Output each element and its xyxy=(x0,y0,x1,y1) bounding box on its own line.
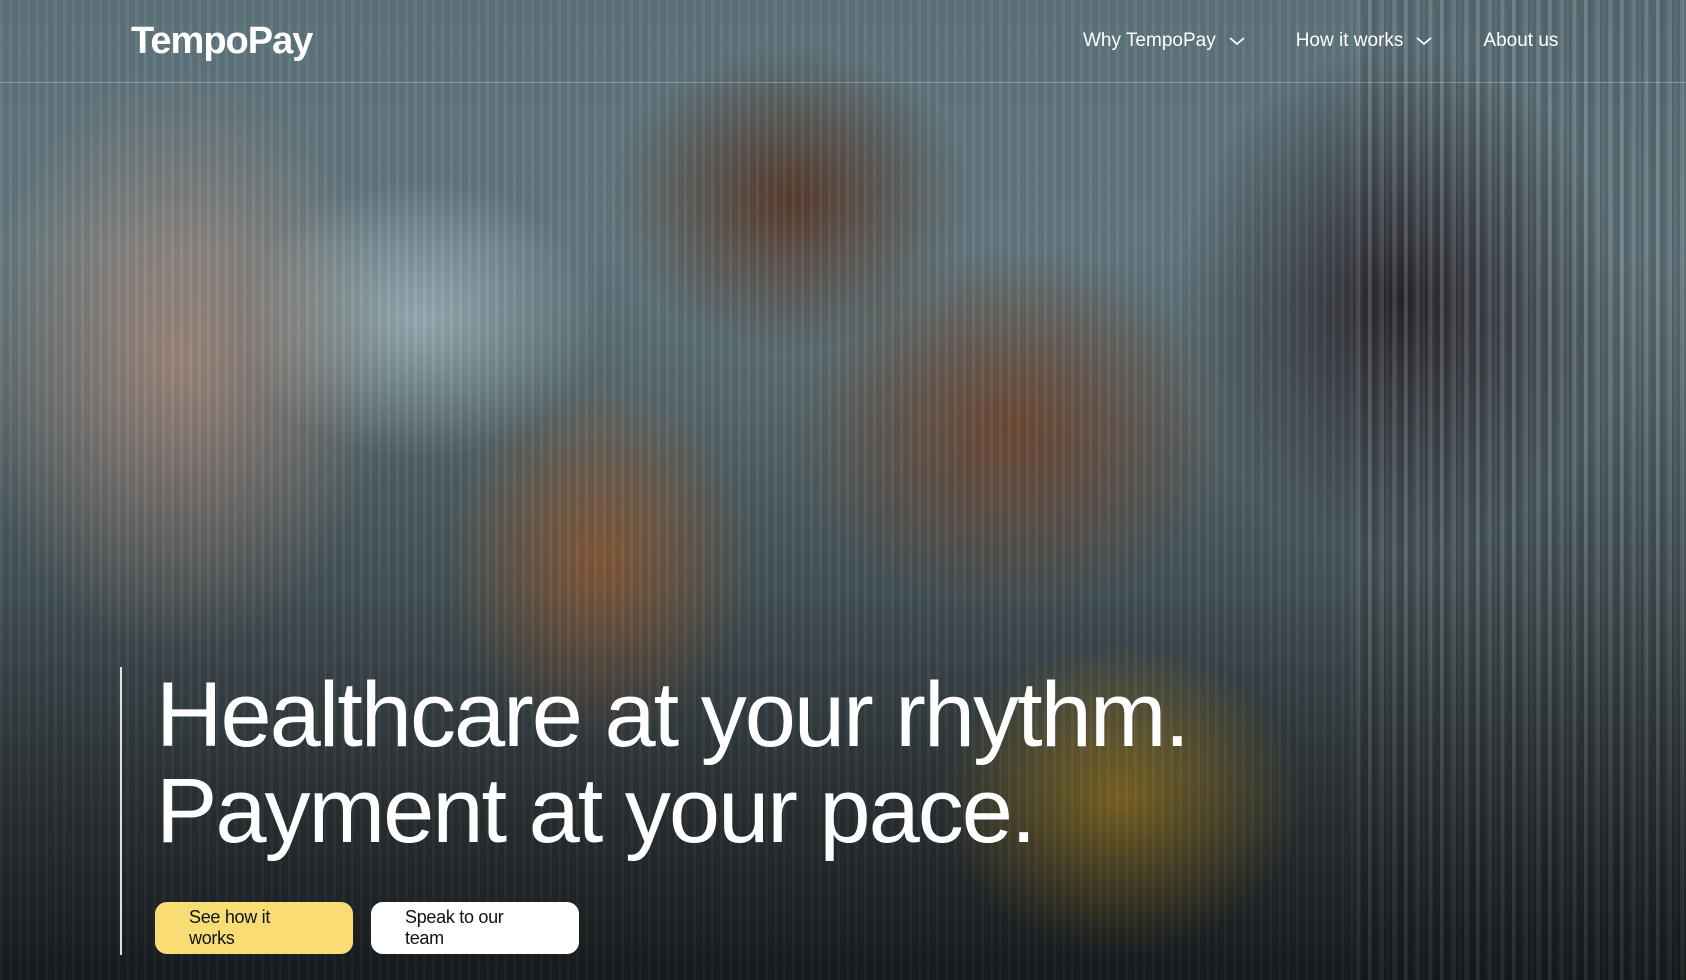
nav-item-label: About us xyxy=(1483,30,1559,51)
nav-item-label: Why TempoPay xyxy=(1083,30,1216,51)
tempopay-logo[interactable]: TempoPay xyxy=(131,20,313,63)
top-navbar: TempoPay Why TempoPay How it works About… xyxy=(0,0,1686,83)
hero-headline-line-1: Healthcare at your rhythm. xyxy=(156,664,1190,766)
nav-item-why-tempopay[interactable]: Why TempoPay xyxy=(1083,30,1246,52)
chevron-down-icon xyxy=(1229,37,1245,46)
nav-item-about-us[interactable]: About us xyxy=(1483,30,1558,52)
see-how-it-works-button[interactable]: See how it works xyxy=(155,902,353,954)
nav-item-how-it-works[interactable]: How it works xyxy=(1296,30,1434,52)
hero-headline-line-2: Payment at your pace. xyxy=(156,760,1037,862)
main-nav: Why TempoPay How it works About us xyxy=(1083,30,1558,52)
hero-accent-line xyxy=(120,667,122,955)
speak-to-our-team-button[interactable]: Speak to our team xyxy=(371,902,579,954)
chevron-down-icon xyxy=(1416,37,1432,46)
nav-item-label: How it works xyxy=(1295,30,1404,51)
hero-cta-group: See how it works Speak to our team xyxy=(155,902,579,954)
hero-headline: Healthcare at your rhythm. Payment at yo… xyxy=(156,667,1356,859)
